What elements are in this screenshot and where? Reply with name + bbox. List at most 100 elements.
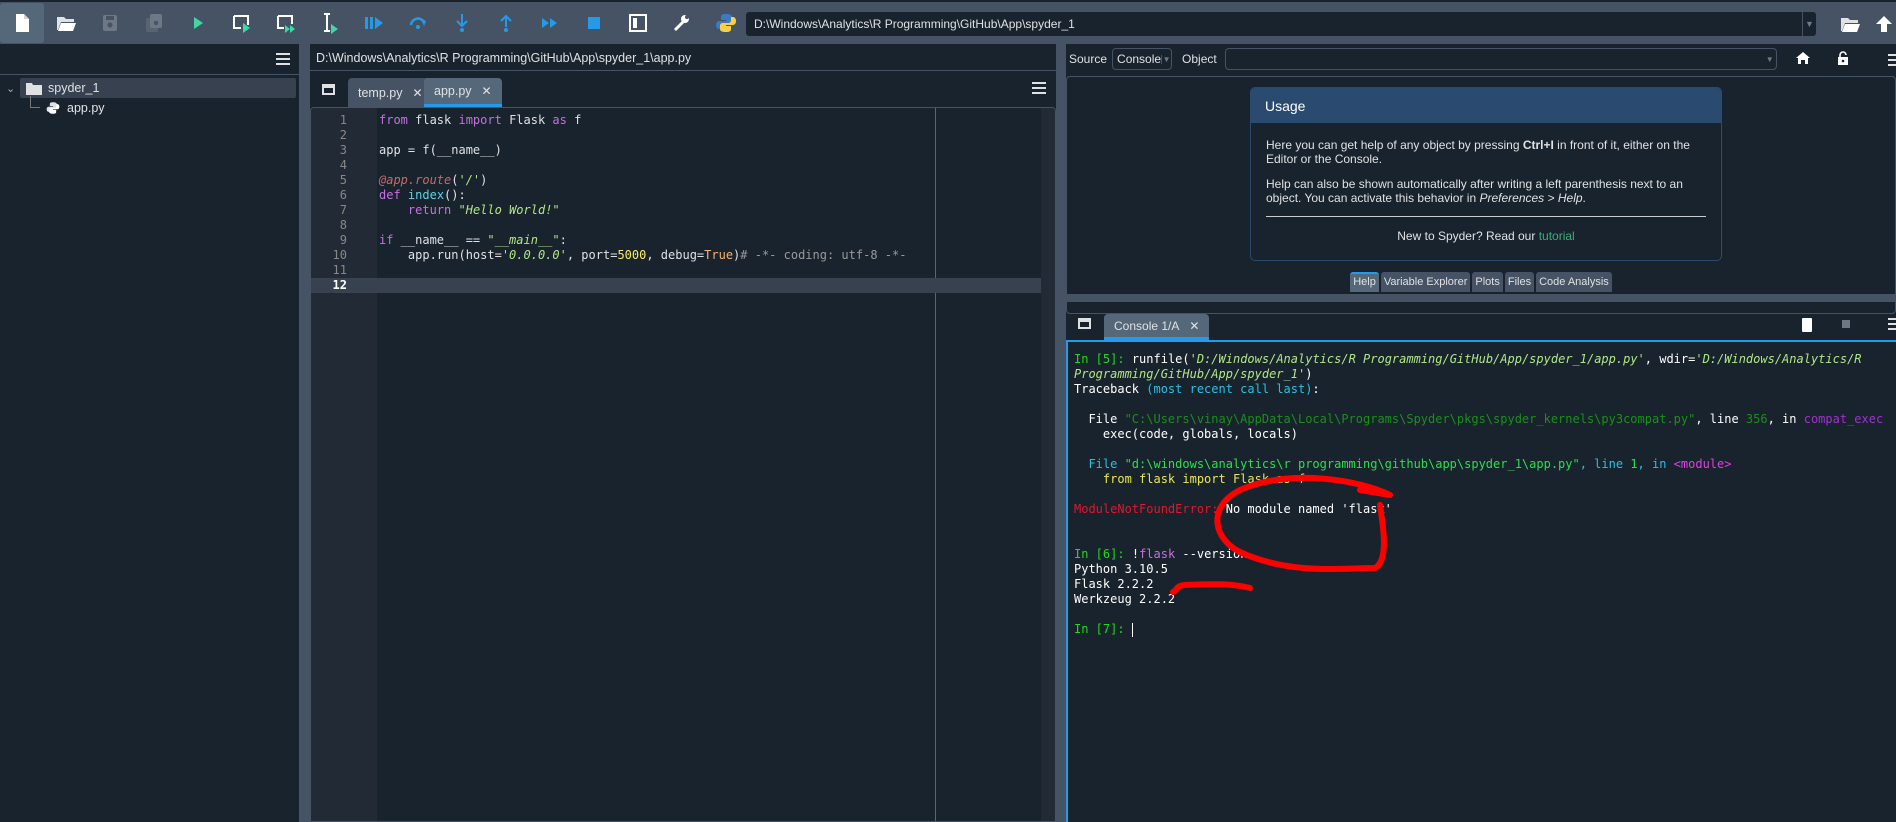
code-token: app = f(__name__): [379, 143, 502, 157]
tab-code-analysis[interactable]: Code Analysis: [1536, 272, 1612, 292]
pane-splitter[interactable]: [1056, 44, 1066, 822]
close-icon[interactable]: ✕: [1189, 319, 1199, 333]
console-token: ]:: [1110, 547, 1132, 561]
code-line[interactable]: 5 @app.route('/'): [311, 173, 1055, 188]
interrupt-kernel-button[interactable]: [1842, 320, 1850, 328]
console-token: In [: [1074, 547, 1103, 561]
object-combo[interactable]: ▼: [1224, 48, 1777, 70]
remove-variables-button[interactable]: [1802, 318, 1812, 332]
tree-item-folder[interactable]: ⌄ spyder_1: [0, 78, 300, 98]
parent-directory-button[interactable]: [1872, 4, 1896, 44]
files-options-menu[interactable]: [276, 53, 290, 65]
chevron-down-icon[interactable]: ▼: [1161, 54, 1171, 64]
code-line[interactable]: 9 if __name__ == "__main__":: [311, 233, 1055, 248]
chevron-down-icon[interactable]: ⌄: [6, 82, 15, 95]
console-options-menu[interactable]: [1888, 318, 1896, 330]
close-icon[interactable]: ✕: [412, 86, 422, 100]
home-button[interactable]: [1791, 51, 1815, 67]
console-token: , line: [1579, 457, 1631, 471]
stop-debug-button[interactable]: [572, 3, 616, 43]
ipython-console[interactable]: In [5]: runfile('D:/Windows/Analytics/R …: [1066, 340, 1896, 822]
chevron-down-icon[interactable]: ▼: [1764, 55, 1776, 64]
code-editor[interactable]: 1 from flask import Flask as f 2 3 app = f(_…: [310, 107, 1056, 822]
code-token: f: [566, 113, 582, 127]
tree-connector: [30, 96, 40, 108]
console-token: <module>: [1673, 457, 1732, 471]
tree-item-label: app.py: [67, 101, 105, 115]
console-token: exec(code, globals, locals): [1074, 427, 1298, 441]
console-line: from flask import Flask as f: [1074, 472, 1890, 487]
step-into-button[interactable]: [440, 3, 484, 43]
code-line[interactable]: 6 def index():: [311, 188, 1055, 203]
line-number: 8: [339, 218, 347, 232]
tree-item-file[interactable]: app.py: [0, 96, 300, 118]
folder-icon: [26, 82, 42, 95]
browse-tabs-icon[interactable]: [1078, 318, 1091, 329]
lock-icon: [1837, 50, 1848, 65]
save-file-button[interactable]: [88, 3, 132, 43]
right-pane: Source Console ▼ Object ▼ Usage Here you…: [1066, 44, 1896, 822]
maximize-pane-button[interactable]: [616, 3, 660, 43]
continue-button[interactable]: [528, 3, 572, 43]
code-line[interactable]: 10 app.run(host='0.0.0.0', port=5000, de…: [311, 248, 1055, 263]
code-line[interactable]: 11: [311, 263, 1055, 278]
code-text: @app.route('/'): [379, 173, 487, 188]
spyder-window: D:\Windows\Analytics\R Programming\GitHu…: [0, 0, 1896, 822]
horizontal-splitter[interactable]: [1066, 294, 1896, 302]
console-token: Python 3.10.5: [1074, 562, 1168, 576]
code-line[interactable]: 3 app = f(__name__): [311, 143, 1055, 158]
browse-directory-button[interactable]: [1828, 4, 1872, 44]
code-line[interactable]: 7 return "Hello World!": [311, 203, 1055, 218]
run-file-button[interactable]: [176, 3, 220, 43]
source-combo[interactable]: Console ▼: [1112, 48, 1173, 70]
tab-variable-explorer[interactable]: Variable Explorer: [1380, 272, 1471, 292]
code-token: ): [480, 173, 488, 187]
code-line[interactable]: 2: [311, 128, 1055, 143]
code-text: if __name__ == "__main__":: [379, 233, 567, 248]
tab-temp-py[interactable]: temp.py ✕: [348, 78, 433, 107]
code-line[interactable]: 8: [311, 218, 1055, 233]
working-directory-combo[interactable]: D:\Windows\Analytics\R Programming\GitHu…: [746, 12, 1816, 36]
tab-files[interactable]: Files: [1504, 272, 1535, 292]
browse-tabs-icon[interactable]: [322, 84, 335, 95]
tutorial-link[interactable]: tutorial: [1539, 229, 1575, 243]
code-token: # -*- coding: utf-8 -*-: [740, 248, 907, 262]
code-line[interactable]: 12: [311, 278, 1055, 293]
run-cell-button[interactable]: [220, 3, 264, 43]
code-line[interactable]: 1 from flask import Flask as f: [311, 113, 1055, 128]
preferences-button[interactable]: [660, 3, 704, 43]
help-options-menu[interactable]: [1888, 54, 1896, 66]
tab-console-1a[interactable]: Console 1/A ✕: [1104, 314, 1210, 340]
lock-button[interactable]: [1831, 50, 1855, 68]
console-token: --version: [1175, 547, 1248, 561]
folder-open-icon: [57, 17, 76, 31]
tab-app-py[interactable]: app.py ✕: [424, 78, 502, 107]
close-icon[interactable]: ✕: [482, 84, 492, 98]
step-over-button[interactable]: [396, 3, 440, 43]
open-file-button[interactable]: [44, 3, 88, 43]
console-token: ]:: [1110, 622, 1132, 636]
console-token: "C:\Users\vinay\AppData\Local\Programs\S…: [1124, 412, 1696, 426]
save-all-button[interactable]: [132, 3, 176, 43]
tab-plots[interactable]: Plots: [1472, 272, 1503, 292]
tree-item-folder-row[interactable]: spyder_1: [20, 78, 296, 98]
code-line[interactable]: 4: [311, 158, 1055, 173]
right-pane-tabs: Help Variable Explorer Plots Files Code …: [1066, 272, 1896, 292]
editor-options-menu[interactable]: [1032, 82, 1046, 94]
tab-help[interactable]: Help: [1350, 272, 1379, 292]
run-selection-button[interactable]: [308, 3, 352, 43]
editor-scrollbar[interactable]: [1041, 108, 1055, 821]
line-number: 3: [339, 143, 347, 157]
step-return-button[interactable]: [484, 3, 528, 43]
debug-file-button[interactable]: [352, 3, 396, 43]
pane-splitter[interactable]: [300, 44, 310, 822]
console-line: In [6]: !flask --version: [1074, 547, 1890, 562]
chevron-down-icon[interactable]: ▼: [1802, 12, 1816, 36]
run-cell-advance-button[interactable]: [264, 3, 308, 43]
new-file-button[interactable]: [0, 3, 44, 43]
code-token: , port=: [566, 248, 618, 262]
code-token: flask: [407, 113, 459, 127]
code-token: import: [458, 113, 502, 127]
python-path-button[interactable]: [704, 3, 748, 43]
